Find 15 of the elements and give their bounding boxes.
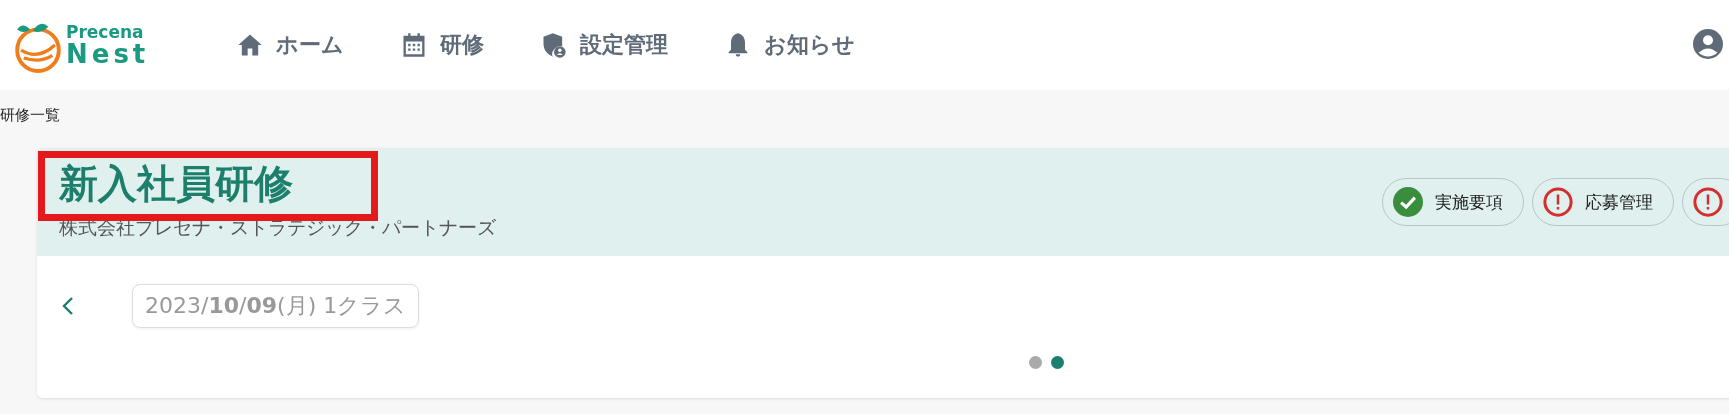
check-icon xyxy=(1393,187,1423,217)
pager-dot[interactable] xyxy=(1051,356,1064,369)
logo-text: Nest xyxy=(66,40,150,67)
nav-link[interactable]: 研修 xyxy=(400,30,484,60)
pager-dot[interactable] xyxy=(1029,356,1042,369)
nav-link[interactable]: お知らせ xyxy=(724,30,855,60)
account-icon[interactable] xyxy=(1693,29,1723,59)
alert-icon xyxy=(1543,187,1573,217)
alert-icon xyxy=(1693,187,1723,217)
nav-link[interactable]: ホーム xyxy=(236,30,344,60)
training-title: 新入社員研修 xyxy=(59,160,293,208)
nav-link[interactable]: 設定管理 xyxy=(540,30,668,60)
breadcrumb[interactable]: 研修一覧 xyxy=(0,100,60,130)
logo-text: Precena xyxy=(66,23,145,41)
date-card[interactable]: 2023/10/09(月) 1クラス xyxy=(132,284,420,328)
